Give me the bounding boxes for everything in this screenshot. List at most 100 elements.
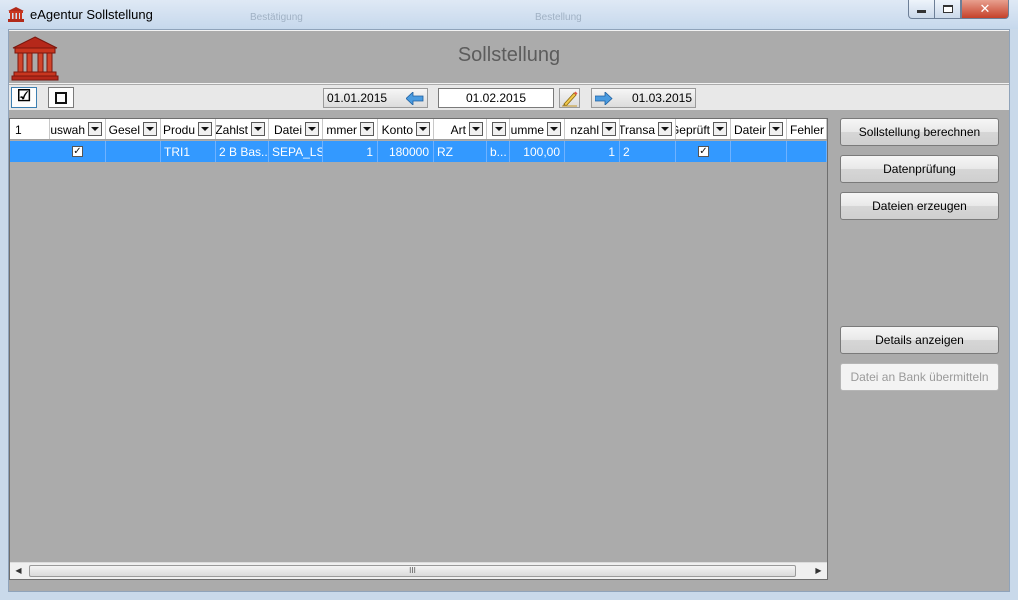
maximize-icon <box>942 5 953 13</box>
column-datei-cell[interactable]: SEPA_LS <box>269 141 323 162</box>
column-fehler-cell[interactable] <box>787 141 827 162</box>
column-fehler-header[interactable]: Fehler <box>787 119 827 139</box>
column-anzahl-cell[interactable]: 1 <box>565 141 620 162</box>
grid-header-row: 1 uswah Gesel Produ Zahlst Datei mmer Konto Art… <box>10 119 827 140</box>
column-dateiname-cell[interactable] <box>731 141 787 162</box>
column-produkt-header[interactable]: Produ <box>161 119 216 139</box>
window-client-area: Sollstellung ☑ 01.01.2015 01.02.2015 01.… <box>8 29 1010 592</box>
row-checkbox[interactable]: ✓ <box>72 146 83 157</box>
page-title: Sollstellung <box>457 44 561 66</box>
column-header-label: Dateir <box>733 123 766 137</box>
filter-dropdown-icon[interactable] <box>547 122 561 136</box>
next-date-label: 01.03.2015 <box>631 91 692 105</box>
deselect-all-button[interactable] <box>48 87 74 108</box>
column-summe-cell[interactable]: 100,00 <box>510 141 565 162</box>
calculate-sollstellung-button[interactable]: Sollstellung berechnen <box>840 118 999 146</box>
column-auswahl-header[interactable]: uswah <box>50 119 106 139</box>
column-header-label: Produ <box>162 123 195 137</box>
column-gesellschaft-header[interactable]: Gesel <box>106 119 161 139</box>
filter-dropdown-icon[interactable] <box>602 122 616 136</box>
filter-dropdown-icon[interactable] <box>198 122 212 136</box>
toolbar: ☑ 01.01.2015 01.02.2015 01.03.2015 <box>9 85 1009 110</box>
minimize-button[interactable] <box>908 0 935 19</box>
filter-dropdown-icon[interactable] <box>769 122 783 136</box>
close-button[interactable]: ✕ <box>961 0 1009 19</box>
column-gesellschaft-cell[interactable] <box>106 141 161 162</box>
row-checkbox[interactable]: ✓ <box>698 146 709 157</box>
scroll-thumb[interactable]: III <box>29 565 796 577</box>
filter-dropdown-icon[interactable] <box>416 122 430 136</box>
column-extra-header[interactable] <box>487 119 510 139</box>
column-header-label: Geprüft <box>676 123 710 137</box>
scroll-left-icon[interactable]: ◀ <box>10 563 27 579</box>
column-header-label: mmer <box>326 123 357 137</box>
column-datei-header[interactable]: Datei <box>269 119 323 139</box>
filter-dropdown-icon[interactable] <box>143 122 157 136</box>
filter-dropdown-icon[interactable] <box>826 122 827 136</box>
column-header-label: Konto <box>381 123 413 137</box>
close-icon: ✕ <box>979 1 991 17</box>
column-extra-cell[interactable]: b... <box>487 141 510 162</box>
bank-building-icon <box>8 7 24 22</box>
create-files-button[interactable]: Dateien erzeugen <box>840 192 999 220</box>
status-strip <box>9 583 1009 591</box>
column-zahlstelle-cell[interactable]: 2 B Bas... <box>216 141 269 162</box>
previous-date-label: 01.01.2015 <box>327 91 388 105</box>
edit-date-button[interactable] <box>559 88 580 108</box>
scroll-right-icon[interactable]: ▶ <box>810 563 827 579</box>
column-anzahl-header[interactable]: nzahl <box>565 119 620 139</box>
column-summe-header[interactable]: umme <box>510 119 565 139</box>
column-konto-cell[interactable]: 180000 <box>378 141 434 162</box>
column-geprueft-header[interactable]: Geprüft <box>676 119 731 139</box>
column-header-label: Datei <box>273 123 302 137</box>
window-titlebar[interactable]: eAgentur Sollstellung Bestätigung Bestel… <box>0 0 1018 29</box>
show-details-button[interactable]: Details anzeigen <box>840 326 999 354</box>
column-art-header[interactable]: Art <box>434 119 487 139</box>
filter-dropdown-icon[interactable] <box>360 122 374 136</box>
filter-dropdown-icon[interactable] <box>88 122 102 136</box>
column-header-label: nzahl <box>570 123 599 137</box>
column-zahlstelle-header[interactable]: Zahlst <box>216 119 269 139</box>
filter-dropdown-icon[interactable] <box>658 122 672 136</box>
next-date-button[interactable]: 01.03.2015 <box>591 88 696 108</box>
filter-dropdown-icon[interactable] <box>305 122 319 136</box>
column-art-cell[interactable]: RZ <box>434 141 487 162</box>
current-date-field[interactable]: 01.02.2015 <box>438 88 554 108</box>
column-header-label: umme <box>510 123 544 137</box>
select-all-button[interactable]: ☑ <box>11 87 37 108</box>
arrow-right-icon <box>595 92 613 105</box>
pencil-icon <box>562 91 578 107</box>
horizontal-scrollbar[interactable]: ◀ III ▶ <box>10 562 827 579</box>
column-header-label: Fehler <box>789 123 824 137</box>
background-tab-label: Bestätigung <box>250 12 303 23</box>
column-geprueft-cell[interactable]: ✓ <box>676 141 731 162</box>
column-produkt-cell[interactable]: TRI1 <box>161 141 216 162</box>
arrow-left-icon <box>406 92 424 105</box>
column-dateiname-header[interactable]: Dateir <box>731 119 787 139</box>
row-number-label: 1 <box>15 123 22 137</box>
table-row[interactable]: ✓ TRI1 2 B Bas... SEPA_LS 1 180000 RZ b... 100,0… <box>10 141 827 162</box>
data-grid[interactable]: 1 uswah Gesel Produ Zahlst Datei mmer Konto Art… <box>9 118 828 580</box>
column-auswahl-cell[interactable]: ✓ <box>50 141 106 162</box>
transmit-to-bank-button[interactable]: Datei an Bank übermitteln <box>840 363 999 391</box>
filter-dropdown-icon[interactable] <box>713 122 727 136</box>
column-nummer-header[interactable]: mmer <box>323 119 378 139</box>
previous-date-button[interactable]: 01.01.2015 <box>323 88 428 108</box>
data-check-button[interactable]: Datenprüfung <box>840 155 999 183</box>
filter-dropdown-icon[interactable] <box>469 122 483 136</box>
column-header-label: uswah <box>50 123 85 137</box>
column-konto-header[interactable]: Konto <box>378 119 434 139</box>
maximize-button[interactable] <box>934 0 961 19</box>
filter-dropdown-icon[interactable] <box>251 122 265 136</box>
row-header-column: 1 <box>10 119 50 139</box>
filter-dropdown-icon[interactable] <box>492 122 506 136</box>
background-tab-label: Bestellung <box>535 12 582 23</box>
column-nummer-cell[interactable]: 1 <box>323 141 378 162</box>
column-header-label: Art <box>450 123 466 137</box>
column-transaktion-cell[interactable]: 2 <box>620 141 676 162</box>
checked-box-icon: ☑ <box>16 87 32 105</box>
column-transaktion-header[interactable]: Transa <box>620 119 676 139</box>
column-header-label: Zahlst <box>216 123 248 137</box>
unchecked-box-icon <box>55 91 67 104</box>
column-header-label: Gesel <box>108 123 140 137</box>
